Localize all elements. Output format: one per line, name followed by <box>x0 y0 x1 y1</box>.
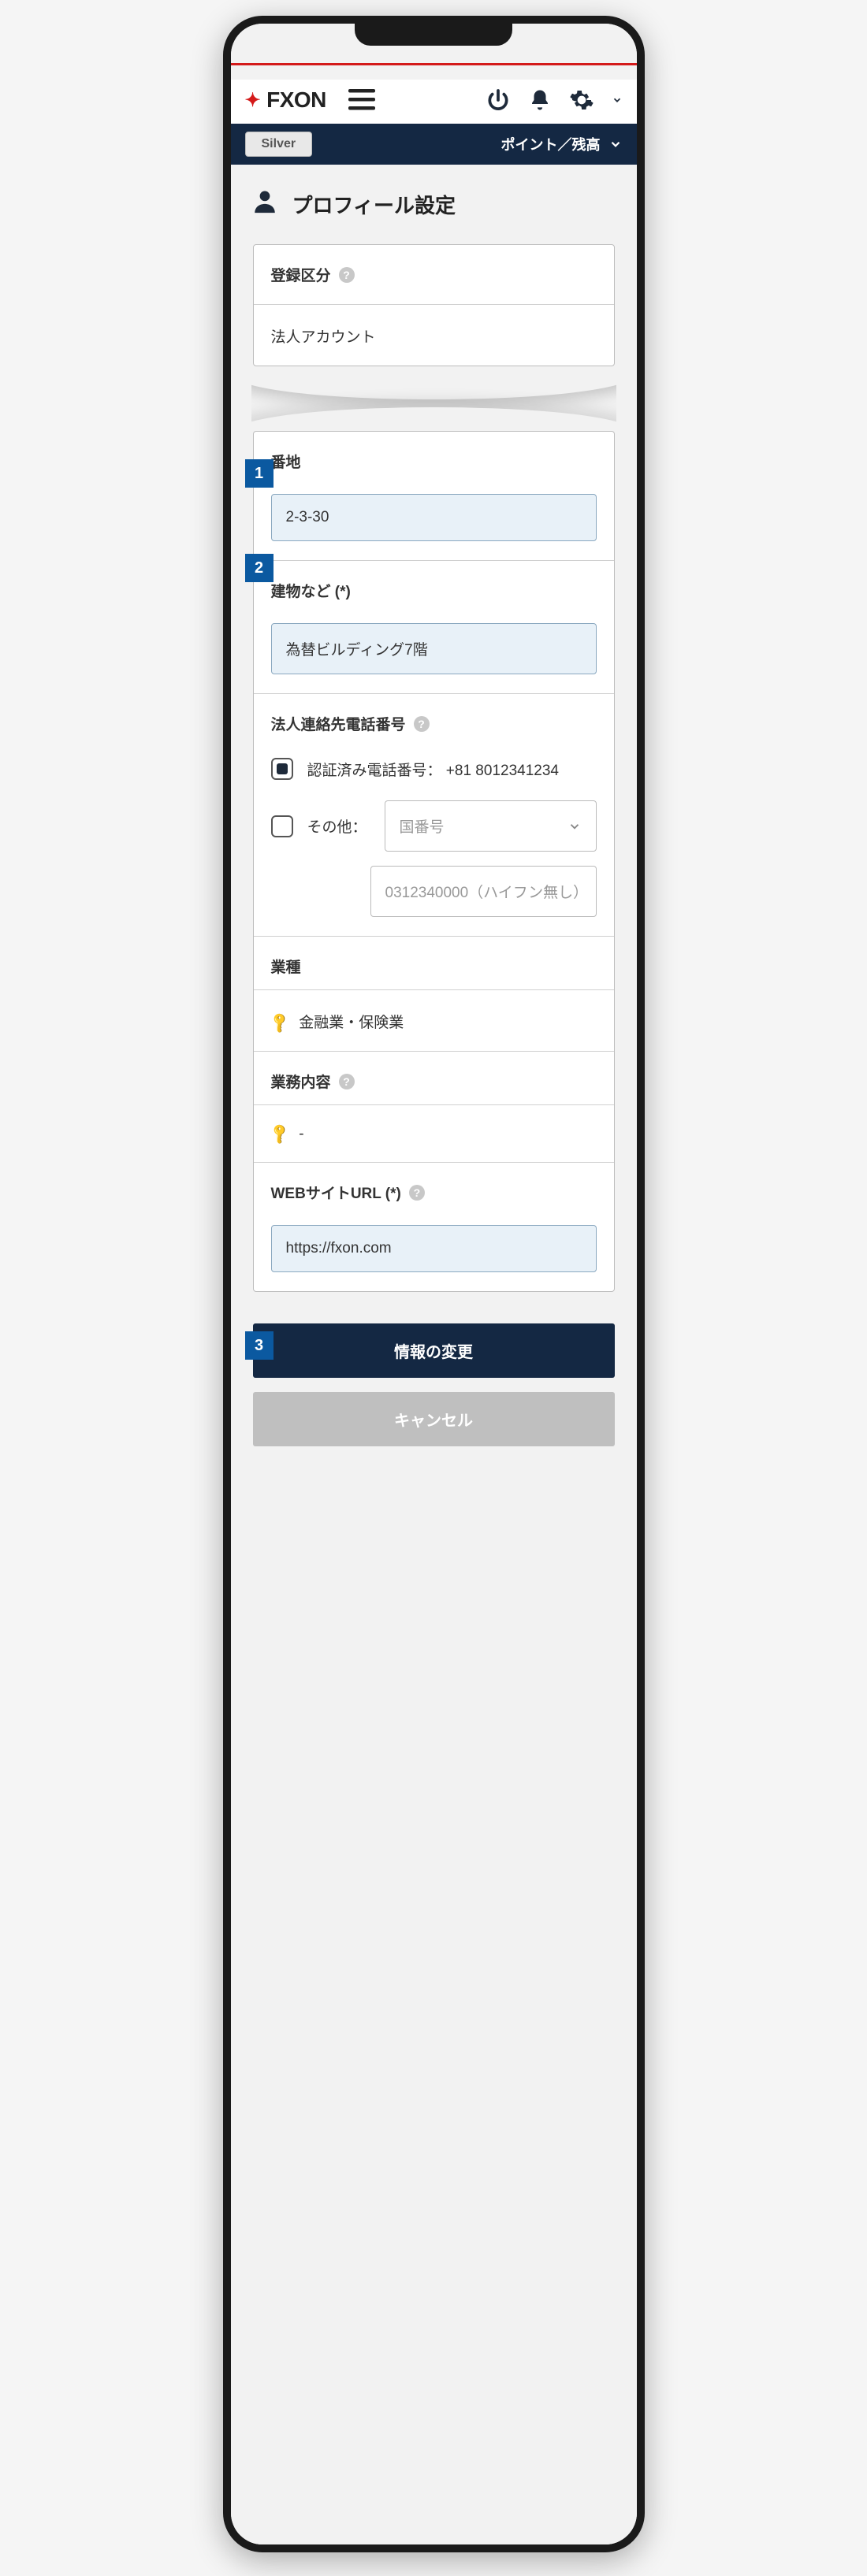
industry-value-row: 🔑 金融業・保険業 <box>271 1009 597 1032</box>
website-label-section: WEBサイトURL (*) ? <box>254 1163 614 1203</box>
registration-label: 登録区分 <box>271 264 331 285</box>
building-input-section: 為替ビルディング7階 <box>254 601 614 694</box>
building-label-section: 建物など (*) <box>254 561 614 601</box>
business-value-section: 🔑 - <box>254 1105 614 1163</box>
cancel-button[interactable]: キャンセル <box>253 1392 615 1446</box>
website-label: WEBサイトURL (*) <box>271 1182 401 1203</box>
help-icon[interactable]: ? <box>409 1185 425 1201</box>
business-label-section: 業務内容 ? <box>254 1052 614 1105</box>
industry-label: 業種 <box>271 956 597 977</box>
chevron-down-icon <box>608 137 623 151</box>
registration-value-section: 法人アカウント <box>254 305 614 366</box>
menu-icon[interactable] <box>348 89 375 111</box>
street-input-section: 2-3-30 <box>254 472 614 561</box>
step-badge-3: 3 <box>245 1331 273 1360</box>
gear-icon[interactable] <box>569 87 594 113</box>
building-input[interactable]: 為替ビルディング7階 <box>271 623 597 674</box>
industry-label-section: 業種 <box>254 937 614 990</box>
street-label: 番地 <box>271 451 597 472</box>
street-input[interactable]: 2-3-30 <box>271 494 597 541</box>
logo: ✦ FXON <box>245 87 326 113</box>
chevron-down-icon[interactable] <box>612 95 623 106</box>
step-badge-2: 2 <box>245 554 273 582</box>
step-badge-1: 1 <box>245 459 273 488</box>
phone-notch <box>355 24 512 46</box>
other-phone-input[interactable]: 0312340000（ハイフン無し） <box>370 866 597 917</box>
country-code-placeholder: 国番号 <box>400 815 445 837</box>
verified-phone-text: 認証済み電話番号： +81 8012341234 <box>307 759 559 780</box>
phone-body-section: 認証済み電話番号： +81 8012341234 その他： 国番号 <box>254 734 614 937</box>
accent-bar <box>231 63 637 65</box>
balance-toggle[interactable]: ポイント／残高 <box>501 134 623 154</box>
registration-value: 法人アカウント <box>271 324 597 347</box>
industry-value-section: 🔑 金融業・保険業 <box>254 990 614 1052</box>
verified-phone-row: 認証済み電話番号： +81 8012341234 <box>271 758 597 780</box>
submit-button[interactable]: 情報の変更 <box>253 1323 615 1378</box>
other-phone-block: その他： 国番号 0312340000（ハイフン無し） <box>271 800 597 917</box>
other-phone-label: その他： <box>307 815 370 837</box>
top-bar-right <box>486 87 623 113</box>
phone-label-row: 法人連絡先電話番号 ? <box>271 713 597 734</box>
other-phone-checkbox[interactable] <box>271 815 293 837</box>
form-card: 番地 2-3-30 建物など (*) 為替ビルディング7階 法人連絡先電話番号 … <box>253 431 615 1292</box>
verified-phone-label: 認証済み電話番号： <box>307 763 442 779</box>
page-title-row: プロフィール設定 <box>231 165 637 244</box>
screen: ✦ FXON <box>231 24 637 2544</box>
buttons-area: 3 情報の変更 キャンセル <box>253 1323 615 1446</box>
phone-label-section: 法人連絡先電話番号 ? <box>254 694 614 734</box>
bell-icon[interactable] <box>528 88 552 112</box>
registration-label-row: 登録区分 ? <box>271 264 597 285</box>
balance-label: ポイント／残高 <box>501 134 601 154</box>
website-label-row: WEBサイトURL (*) ? <box>271 1182 597 1203</box>
page-title: プロフィール設定 <box>292 190 456 219</box>
street-label-section: 番地 <box>254 432 614 472</box>
other-phone-row: その他： 国番号 <box>271 800 597 852</box>
verified-phone-checkbox[interactable] <box>271 758 293 780</box>
user-icon <box>251 188 278 221</box>
lock-icon: 🔑 <box>267 1011 292 1035</box>
content-gap <box>251 376 616 431</box>
power-icon[interactable] <box>486 87 511 113</box>
top-bar: ✦ FXON <box>231 80 637 124</box>
logo-mark-icon: ✦ <box>245 89 261 112</box>
content: 登録区分 ? 法人アカウント 1 2 番地 2-3-30 <box>231 244 637 1478</box>
building-label: 建物など (*) <box>271 580 597 601</box>
help-icon[interactable]: ? <box>339 1074 355 1089</box>
website-input-section: https://fxon.com <box>254 1203 614 1291</box>
country-code-select[interactable]: 国番号 <box>385 800 597 852</box>
tier-badge: Silver <box>245 132 313 157</box>
website-input[interactable]: https://fxon.com <box>271 1225 597 1272</box>
industry-value: 金融業・保険業 <box>299 1015 404 1031</box>
other-phone-placeholder: 0312340000（ハイフン無し） <box>385 881 582 902</box>
registration-card: 登録区分 ? 法人アカウント <box>253 244 615 366</box>
help-icon[interactable]: ? <box>414 716 430 732</box>
business-value: - <box>299 1126 303 1142</box>
business-label-row: 業務内容 ? <box>271 1071 597 1092</box>
registration-label-section: 登録区分 ? <box>254 245 614 305</box>
business-value-row: 🔑 - <box>271 1124 597 1143</box>
phone-frame: ✦ FXON <box>223 16 645 2552</box>
verified-phone-value: +81 8012341234 <box>446 763 559 779</box>
lock-icon: 🔑 <box>267 1122 292 1146</box>
top-bar-left: ✦ FXON <box>245 87 375 113</box>
balance-bar: Silver ポイント／残高 <box>231 124 637 165</box>
business-label: 業務内容 <box>271 1071 331 1092</box>
help-icon[interactable]: ? <box>339 267 355 283</box>
logo-text: FXON <box>266 87 326 113</box>
chevron-down-icon <box>567 819 582 833</box>
phone-label: 法人連絡先電話番号 <box>271 713 406 734</box>
